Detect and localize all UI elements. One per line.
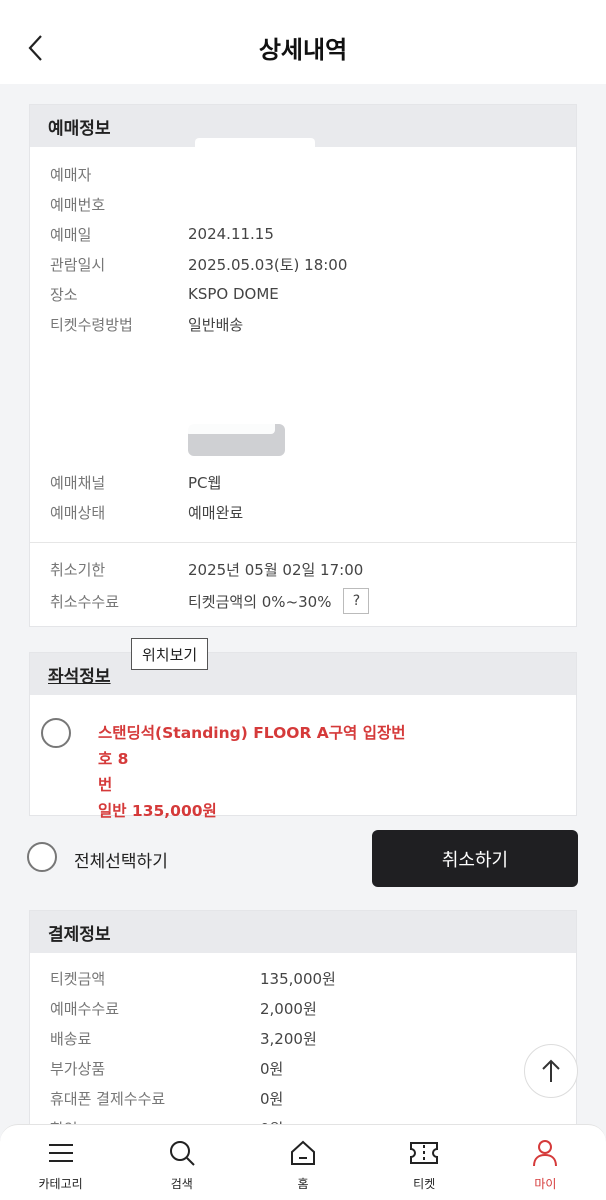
booking-row: 티켓수령방법 일반배송: [50, 311, 556, 337]
payment-row: 티켓금액 135,000원: [50, 965, 556, 991]
nav-label: 카테고리: [38, 1177, 83, 1191]
nav-home[interactable]: 홈: [242, 1125, 363, 1200]
scroll-top-button[interactable]: [524, 1044, 578, 1098]
arrow-up-icon: [542, 1059, 560, 1082]
booking-row: 예매번호: [50, 191, 556, 217]
redaction-blur: [195, 138, 315, 160]
booking-row: 예매일 2024.11.15: [50, 221, 556, 247]
row-value: 135,000원: [260, 969, 336, 988]
location-view-tooltip[interactable]: 위치보기: [131, 638, 209, 670]
payment-row: 예매수수료 2,000원: [50, 995, 556, 1021]
booking-row: 예매채널 PC웹: [50, 469, 556, 495]
home-icon: [287, 1137, 319, 1169]
cancel-fee-row: 취소수수료 티켓금액의 0%~30% ?: [50, 586, 556, 616]
row-label: 예매번호: [50, 195, 106, 214]
top-header: 상세내역: [0, 0, 606, 84]
seat-line-2: 번: [98, 776, 113, 794]
ticket-icon: [408, 1137, 440, 1169]
booking-row: 장소 KSPO DOME: [50, 281, 556, 307]
payment-row: 휴대폰 결제수수료 0원: [50, 1085, 556, 1111]
seat-section-title: 좌석정보: [30, 653, 576, 695]
seat-price: 일반 135,000원: [98, 802, 217, 820]
menu-icon: [45, 1137, 77, 1169]
row-label: 관람일시: [50, 255, 106, 274]
search-icon: [166, 1137, 198, 1169]
nav-label: 검색: [170, 1177, 193, 1191]
seat-description: 스탠딩석(Standing) FLOOR A구역 입장번호 8 번 일반 135…: [98, 720, 418, 824]
row-value: 2024.11.15: [188, 225, 274, 243]
row-value: 3,200원: [260, 1029, 317, 1048]
seat-line-1: 스탠딩석(Standing) FLOOR A구역 입장번호 8: [98, 724, 406, 768]
row-label: 예매일: [50, 225, 92, 244]
row-value: 예매완료: [188, 503, 244, 522]
payment-section-title: 결제정보: [30, 911, 576, 953]
row-value: 0원: [260, 1059, 284, 1078]
booking-row: 예매자: [50, 161, 556, 187]
row-label: 휴대폰 결제수수료: [50, 1089, 166, 1108]
payment-row: 부가상품 0원: [50, 1055, 556, 1081]
row-label: 티켓수령방법: [50, 315, 133, 334]
nav-my[interactable]: 마이: [485, 1125, 606, 1200]
row-value: 2025.05.03(토) 18:00: [188, 255, 348, 274]
row-label: 취소기한: [50, 560, 106, 579]
nav-search[interactable]: 검색: [121, 1125, 242, 1200]
row-label: 장소: [50, 285, 78, 304]
row-value: 일반배송: [188, 315, 244, 334]
seat-section-label: 좌석정보: [48, 666, 111, 687]
select-all-label[interactable]: 전체선택하기: [74, 847, 168, 872]
row-label: 예매수수료: [50, 999, 120, 1018]
row-label: 예매채널: [50, 473, 106, 492]
row-label: 예매자: [50, 165, 92, 184]
row-value: 티켓금액의 0%~30%: [188, 592, 332, 611]
row-label: 배송료: [50, 1029, 92, 1048]
nav-category[interactable]: 카테고리: [0, 1125, 121, 1200]
payment-info-card: 결제정보 티켓금액 135,000원 예매수수료 2,000원 배송료 3,20…: [29, 910, 577, 1140]
booking-row: 관람일시 2025.05.03(토) 18:00: [50, 251, 556, 277]
fee-help-button[interactable]: ?: [343, 588, 370, 614]
divider: [30, 542, 576, 543]
row-value: PC웹: [188, 473, 222, 492]
seat-select-radio[interactable]: [41, 718, 71, 748]
booking-info-card: 예매정보 예매자 예매번호 예매일 2024.11.15 관람일시 2025.0…: [29, 104, 577, 627]
nav-label: 홈: [297, 1177, 309, 1191]
row-label: 취소수수료: [50, 592, 120, 611]
cancel-button[interactable]: 취소하기: [372, 830, 578, 887]
row-value: KSPO DOME: [188, 285, 279, 303]
nav-ticket[interactable]: 티켓: [364, 1125, 485, 1200]
booking-row: 예매상태 예매완료: [50, 499, 556, 525]
payment-row: 배송료 3,200원: [50, 1025, 556, 1051]
select-all-radio[interactable]: [27, 842, 57, 872]
person-icon: [529, 1137, 561, 1169]
bottom-nav: 카테고리 검색 홈 티켓 마이: [0, 1124, 606, 1200]
redaction-blur: [185, 410, 275, 434]
cancel-deadline-row: 취소기한 2025년 05월 02일 17:00: [50, 556, 556, 582]
row-value: 2,000원: [260, 999, 317, 1018]
row-label: 부가상품: [50, 1059, 106, 1078]
nav-label: 티켓: [413, 1177, 436, 1191]
row-label: 예매상태: [50, 503, 106, 522]
row-label: 티켓금액: [50, 969, 106, 988]
row-value: 0원: [260, 1089, 284, 1108]
page-title: 상세내역: [258, 36, 348, 64]
nav-label: 마이: [534, 1177, 557, 1191]
row-value: 2025년 05월 02일 17:00: [188, 560, 364, 579]
